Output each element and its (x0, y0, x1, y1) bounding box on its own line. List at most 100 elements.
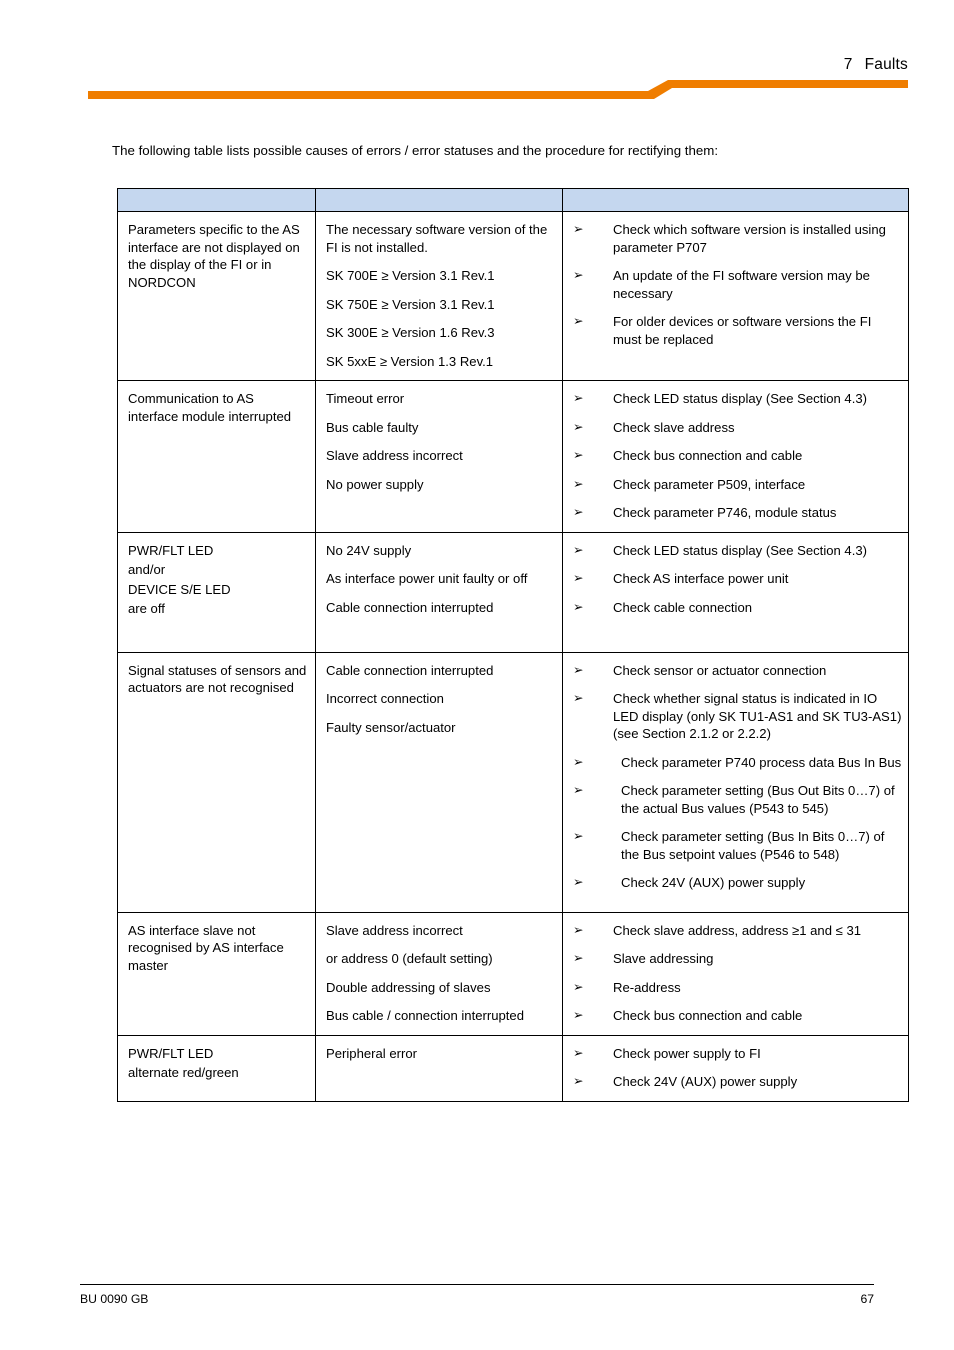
cause-text: Faulty sensor/actuator (326, 719, 456, 735)
remedy-text: Check sensor or actuator connection (613, 662, 827, 678)
remedy-text: Check 24V (AUX) power supply (621, 875, 806, 890)
table-row: AS interface slave not recognised by AS … (117, 911, 909, 1036)
fault-text: AS interface slave not recognised by AS … (128, 922, 284, 973)
cause-text: SK 750E ≥ Version 3.1 Rev.1 (326, 296, 495, 312)
cell-fault: PWR/FLT LED alternate red/green (117, 1034, 316, 1102)
bullet-arrow-icon: ➢ (573, 829, 584, 843)
table-row: Signal statuses of sensors and actuators… (117, 651, 909, 913)
bullet-arrow-icon: ➢ (573, 1045, 584, 1060)
cell-remedy: ➢ Check LED status display (See Section 4… (562, 380, 909, 533)
cell-cause: No 24V supply As interface power unit fau… (315, 531, 563, 653)
cause-text: Incorrect connection (326, 691, 444, 706)
bullet-arrow-icon: ➢ (573, 476, 584, 491)
remedy-bullet: ➢ Check slave address, address ≥1 and ≤ 3… (569, 922, 902, 940)
cause-text: Bus cable / connection interrupted (326, 1008, 524, 1023)
bullet-arrow-icon: ➢ (573, 505, 584, 519)
fault-text: alternate red/green (128, 1065, 239, 1080)
cell-remedy: ➢ Check sensor or actuator connection ➢ Che… (562, 651, 909, 913)
remedy-text: Check power supply to FI (613, 1045, 761, 1061)
cell-cause: Timeout error Bus cable faulty Slave addre… (315, 380, 563, 533)
cause-text: Bus cable faulty (326, 419, 419, 435)
fault-text: are off (128, 601, 165, 616)
bullet-arrow-icon: ➢ (573, 571, 584, 585)
cell-fault: Communication to AS interface module int… (117, 380, 316, 533)
bullet-arrow-icon: ➢ (573, 1074, 584, 1088)
remedy-bullet: ➢ Check which software version is install… (569, 221, 902, 256)
footer-document-code: BU 0090 GB (80, 1292, 149, 1306)
remedy-text: Slave addressing (613, 951, 714, 966)
remedy-bullet: ➢ An update of the FI software version ma… (569, 267, 902, 302)
cause-text: Cable connection interrupted (326, 599, 494, 615)
page-header: 7 Faults (0, 0, 954, 112)
bullet-arrow-icon: ➢ (573, 979, 584, 994)
cause-text: SK 300E ≥ Version 1.6 Rev.3 (326, 325, 495, 340)
fault-text: Communication to AS interface module int… (128, 391, 292, 424)
column-header-cause (315, 188, 563, 212)
remedy-text: For older devices or software versions t… (613, 314, 872, 347)
cause-text: Timeout error (326, 391, 405, 406)
remedy-text: Check cable connection (613, 599, 753, 615)
page-footer: BU 0090 GB 67 (80, 1284, 874, 1306)
cause-text: SK 5xxE ≥ Version 1.3 Rev.1 (326, 353, 494, 369)
bullet-arrow-icon: ➢ (573, 951, 584, 965)
remedy-bullet: ➢ Slave addressing (569, 950, 902, 968)
bullet-arrow-icon: ➢ (573, 448, 584, 462)
remedy-bullet: ➢ Check LED status display (See Section 4… (569, 390, 902, 408)
cell-remedy: ➢ Check which software version is install… (562, 211, 909, 381)
cause-text: As interface power unit faulty or off (326, 571, 528, 586)
remedy-text: Re-address (613, 979, 681, 995)
cause-text: No power supply (326, 476, 424, 492)
fault-text: PWR/FLT LED (128, 1045, 214, 1061)
chapter-number: 7 (843, 56, 853, 73)
remedy-bullet: ➢ Check AS interface power unit (569, 570, 902, 588)
cell-remedy: ➢ Check power supply to FI ➢ Check 24V (AUX… (562, 1034, 909, 1102)
remedy-text: An update of the FI software version may… (613, 268, 870, 301)
fault-text: DEVICE S/E LED (128, 581, 231, 597)
cause-text: The necessary software version of the FI… (326, 222, 548, 255)
remedy-bullet: ➢ Check 24V (AUX) power supply (569, 874, 902, 892)
column-header-fault (117, 188, 316, 212)
remedy-text: Check which software version is installe… (613, 222, 886, 255)
table-row: PWR/FLT LED alternate red/green Peripheral… (117, 1034, 909, 1102)
bullet-arrow-icon: ➢ (573, 542, 584, 557)
remedy-bullet: ➢ Check sensor or actuator connection (569, 662, 902, 680)
cell-cause: Slave address incorrect or address 0 (def… (315, 911, 563, 1036)
bullet-arrow-icon: ➢ (573, 391, 584, 405)
bullet-arrow-icon: ➢ (573, 268, 584, 282)
cell-fault: PWR/FLT LED and/or DEVICE S/E LED are off (117, 531, 316, 653)
fault-text: Parameters specific to the AS interface … (128, 222, 300, 290)
bullet-arrow-icon: ➢ (573, 1008, 584, 1022)
orange-stepped-rule-icon (88, 80, 908, 99)
cell-cause: Cable connection interrupted Incorrect co… (315, 651, 563, 913)
remedy-text: Check parameter P746, module status (613, 505, 837, 520)
bullet-arrow-icon: ➢ (573, 691, 584, 705)
cell-remedy: ➢ Check slave address, address ≥1 and ≤ 3… (562, 911, 909, 1036)
remedy-text: Check 24V (AUX) power supply (613, 1074, 798, 1089)
remedy-text: Check bus connection and cable (613, 1008, 803, 1023)
column-header-remedy (562, 188, 909, 212)
table-header-row (117, 188, 909, 212)
remedy-text: Check LED status display (See Section 4.… (613, 542, 867, 558)
remedy-text: Check slave address, address ≥1 and ≤ 31 (613, 922, 862, 938)
table-row: PWR/FLT LED and/or DEVICE S/E LED are off No… (117, 531, 909, 653)
cell-remedy: ➢ Check LED status display (See Section 4… (562, 531, 909, 653)
cause-text: Double addressing of slaves (326, 979, 491, 995)
fault-causes-remedies-table: Parameters specific to the AS interface … (117, 188, 909, 1102)
table-row: Parameters specific to the AS interface … (117, 211, 909, 381)
cause-text: SK 700E ≥ Version 3.1 Rev.1 (326, 268, 495, 283)
fault-text: PWR/FLT LED (128, 542, 214, 558)
cell-fault: Signal statuses of sensors and actuators… (117, 651, 316, 913)
remedy-text: Check parameter setting (Bus Out Bits 0…… (621, 783, 895, 816)
remedy-bullet: ➢ Check bus connection and cable (569, 1007, 902, 1025)
remedy-bullet: ➢ Check slave address (569, 419, 902, 437)
remedy-text: Check slave address (613, 419, 735, 435)
remedy-bullet: ➢ Check LED status display (See Section 4… (569, 542, 902, 560)
cause-text: Peripheral error (326, 1045, 417, 1061)
remedy-bullet: ➢ Check 24V (AUX) power supply (569, 1073, 902, 1091)
remedy-text: Check parameter P509, interface (613, 476, 806, 492)
bullet-arrow-icon: ➢ (573, 875, 584, 889)
cause-text: Slave address incorrect (326, 922, 463, 938)
cause-text: Cable connection interrupted (326, 662, 494, 678)
cell-fault: Parameters specific to the AS interface … (117, 211, 316, 381)
page-header-title: 7 Faults (844, 56, 908, 74)
